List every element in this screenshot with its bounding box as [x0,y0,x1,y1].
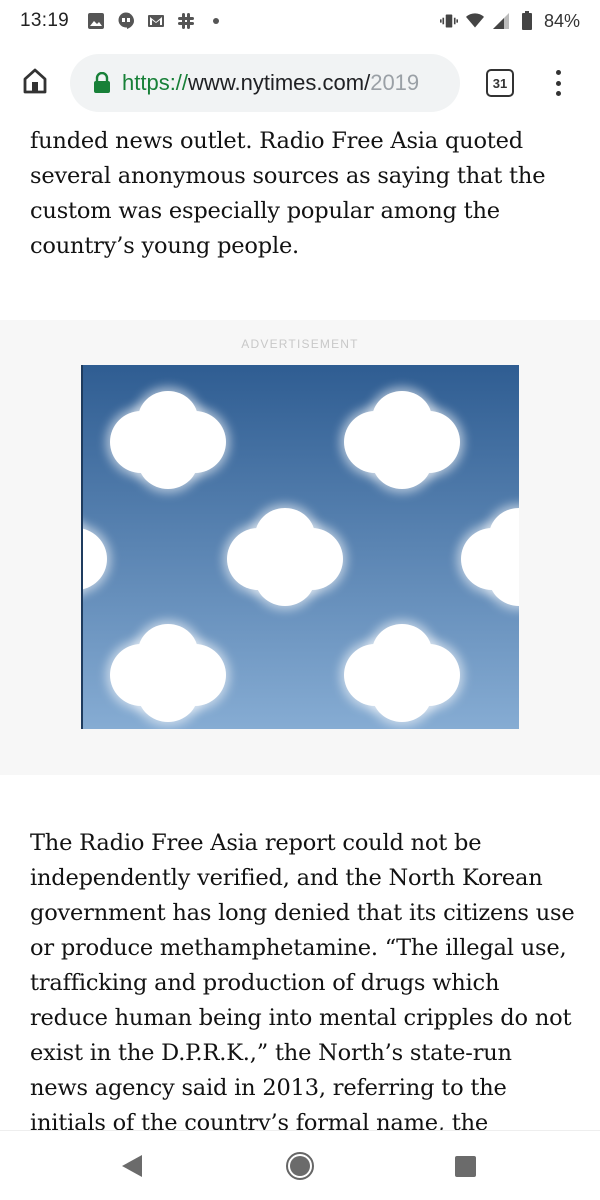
battery-percent: 84% [543,10,580,31]
hangouts-icon [117,12,135,30]
address-bar[interactable]: https://www.nytimes.com/2019 [70,54,460,112]
home-button[interactable] [18,64,52,98]
recents-icon[interactable] [455,1156,476,1177]
dot-icon [207,12,225,30]
status-time: 13:19 [20,10,70,31]
slack-icon [177,12,195,30]
advertisement: ADVERTISEMENT [0,320,600,775]
cloud-shape [344,624,460,724]
gallery-icon [87,12,105,30]
overflow-menu-button[interactable] [548,66,568,100]
status-bar: 13:19 84% [0,0,600,42]
menu-dot-icon [555,91,561,96]
url-path: 2019 [370,70,420,95]
status-right: 84% [439,10,580,32]
gmail-icon [147,12,165,30]
menu-dot-icon [555,80,561,86]
home-nav-button[interactable] [286,1152,314,1180]
signal-icon [492,12,510,30]
back-icon[interactable] [120,1153,144,1179]
notification-icons [87,12,225,30]
circle-icon [290,1156,310,1176]
cloud-shape [344,391,460,491]
menu-dot-icon [555,70,561,75]
cloud-shape [83,508,107,608]
home-icon [23,68,47,94]
article-paragraph: funded news outlet. Radio Free Asia quot… [30,128,546,259]
url-host: www.nytimes.com/ [188,70,371,95]
vibrate-icon [439,12,458,30]
wifi-icon [465,12,484,30]
browser-toolbar: https://www.nytimes.com/2019 31 [0,42,600,124]
tab-switcher-button[interactable]: 31 [486,69,514,97]
article-paragraph: The Radio Free Asia report could not be … [30,830,575,1171]
navigation-bar [0,1130,600,1200]
url-scheme: https:// [122,70,189,95]
lock-icon [94,72,110,93]
cloud-shape [461,508,519,608]
cloud-shape [110,624,226,724]
cloud-shape [227,508,343,608]
ad-banner[interactable] [81,365,519,729]
battery-icon [518,11,536,30]
cloud-shape [110,391,226,491]
ad-label: ADVERTISEMENT [241,337,359,351]
